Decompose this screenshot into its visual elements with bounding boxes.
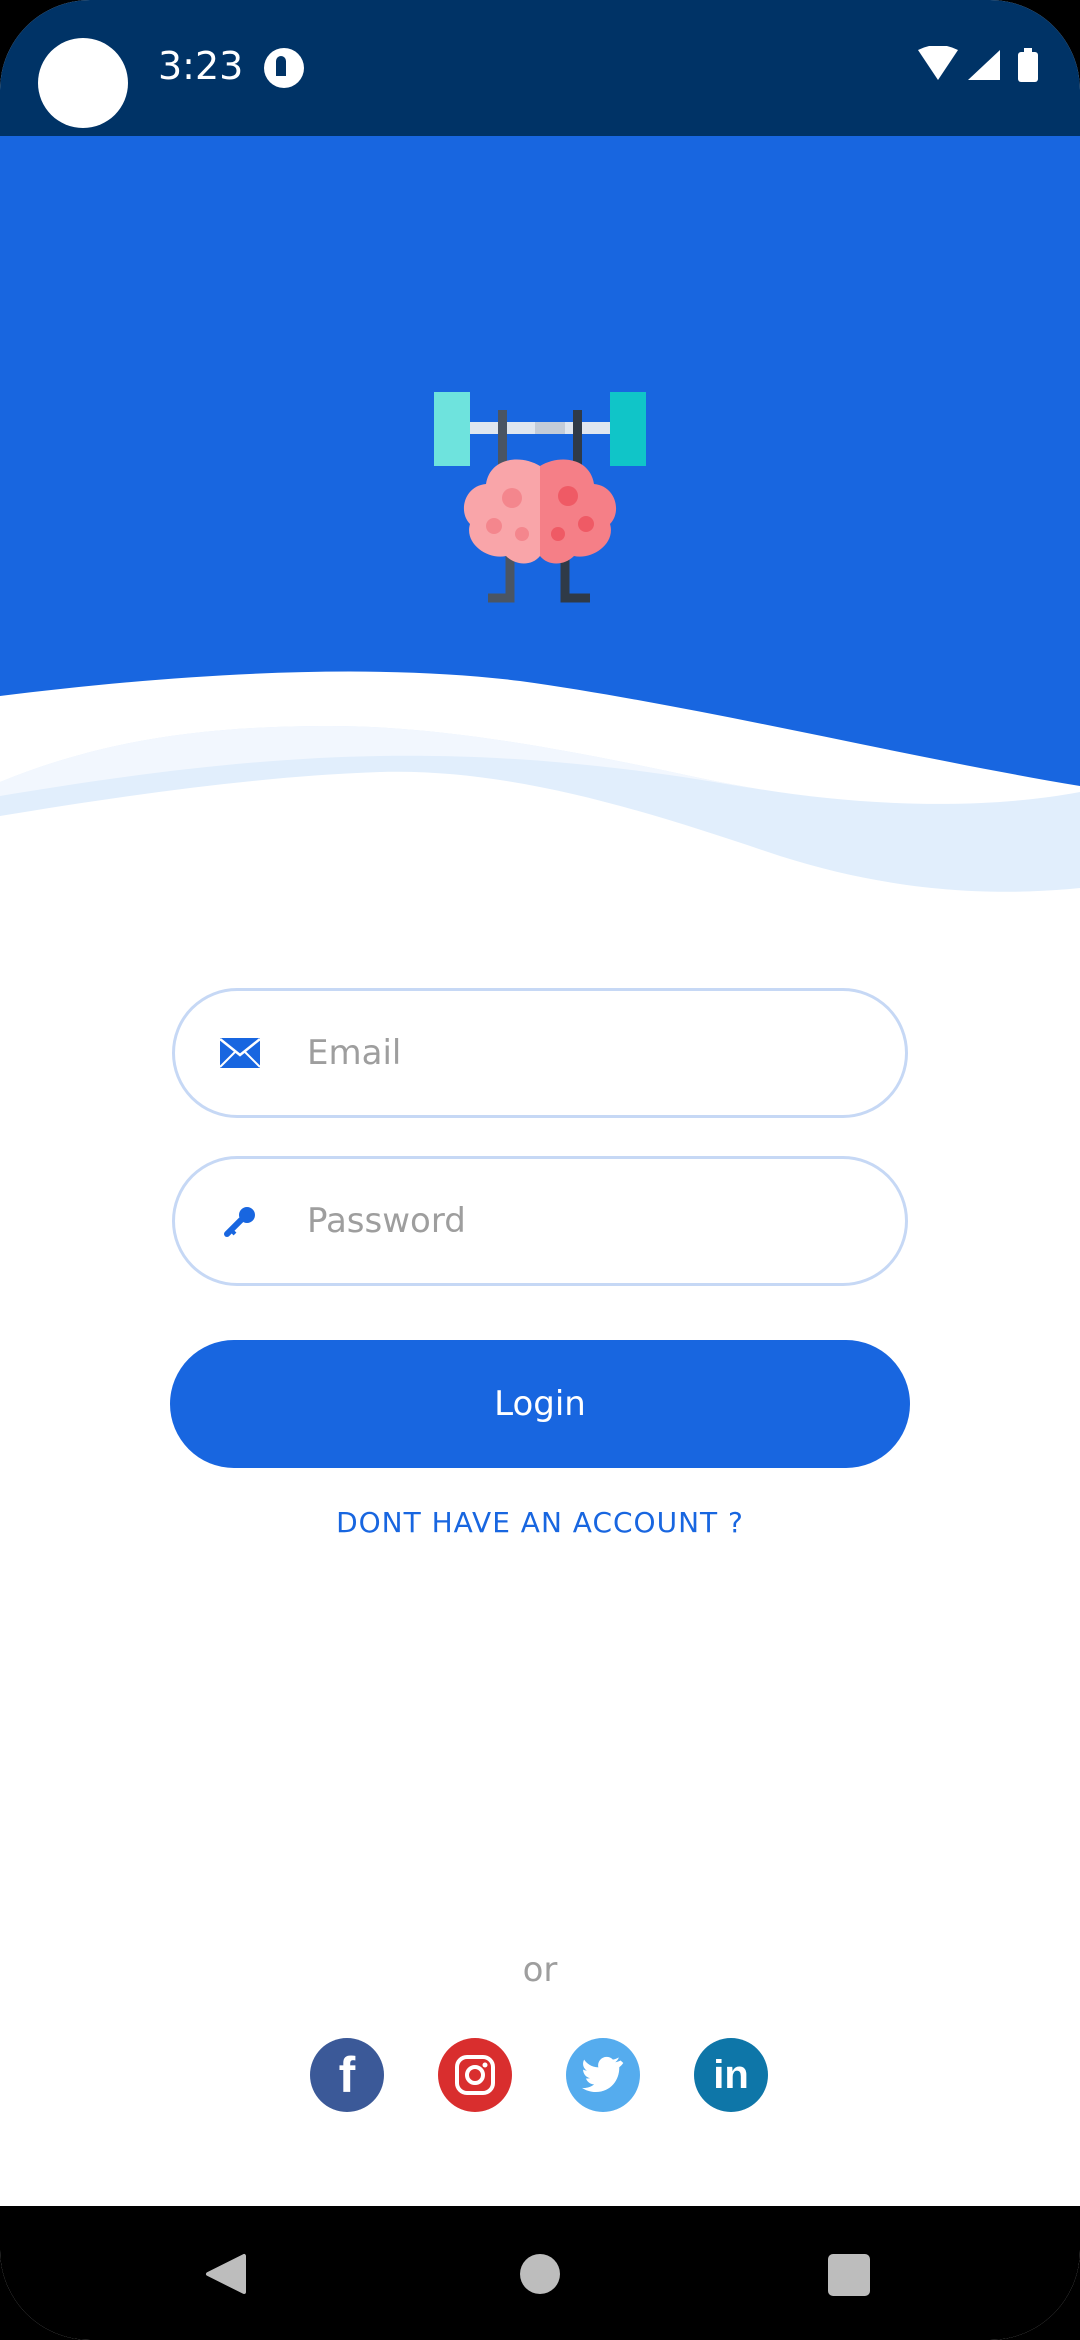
facebook-icon: f (338, 2047, 356, 2103)
system-nav-bar (0, 2206, 1080, 2340)
linkedin-icon: in (713, 2052, 749, 2097)
linkedin-button[interactable]: in (694, 2038, 768, 2112)
status-bar: 3:23 (0, 0, 1080, 136)
email-field[interactable]: Email (172, 988, 908, 1118)
password-field[interactable]: Password (172, 1156, 908, 1286)
back-icon[interactable] (204, 2252, 248, 2296)
password-placeholder: Password (307, 1201, 466, 1241)
battery-icon (1018, 48, 1038, 82)
twitter-button[interactable] (566, 2038, 640, 2112)
home-icon[interactable] (520, 2254, 560, 2294)
wifi-icon (918, 45, 958, 80)
twitter-icon (581, 2056, 624, 2092)
or-divider-text: or (522, 1950, 558, 1990)
status-indicators (900, 45, 1060, 90)
key-icon (219, 1205, 261, 1237)
signup-link[interactable]: DONT HAVE AN ACCOUNT ? (0, 1506, 1080, 1539)
camera-cutout (38, 38, 128, 128)
status-time: 3:23 (158, 44, 244, 88)
email-placeholder: Email (307, 1033, 402, 1073)
notification-app-icon (264, 48, 304, 88)
instagram-button[interactable] (438, 2038, 512, 2112)
instagram-icon (455, 2055, 495, 2095)
envelope-icon (219, 1037, 261, 1069)
login-button[interactable]: Login (170, 1340, 910, 1468)
facebook-button[interactable]: f (310, 2038, 384, 2112)
signal-icon (968, 50, 1000, 80)
recents-icon[interactable] (828, 2254, 870, 2296)
app-screen: 3:23 Email Password Login DONT HAVE AN A… (0, 0, 1080, 2340)
brain-barbell-icon (430, 388, 650, 610)
